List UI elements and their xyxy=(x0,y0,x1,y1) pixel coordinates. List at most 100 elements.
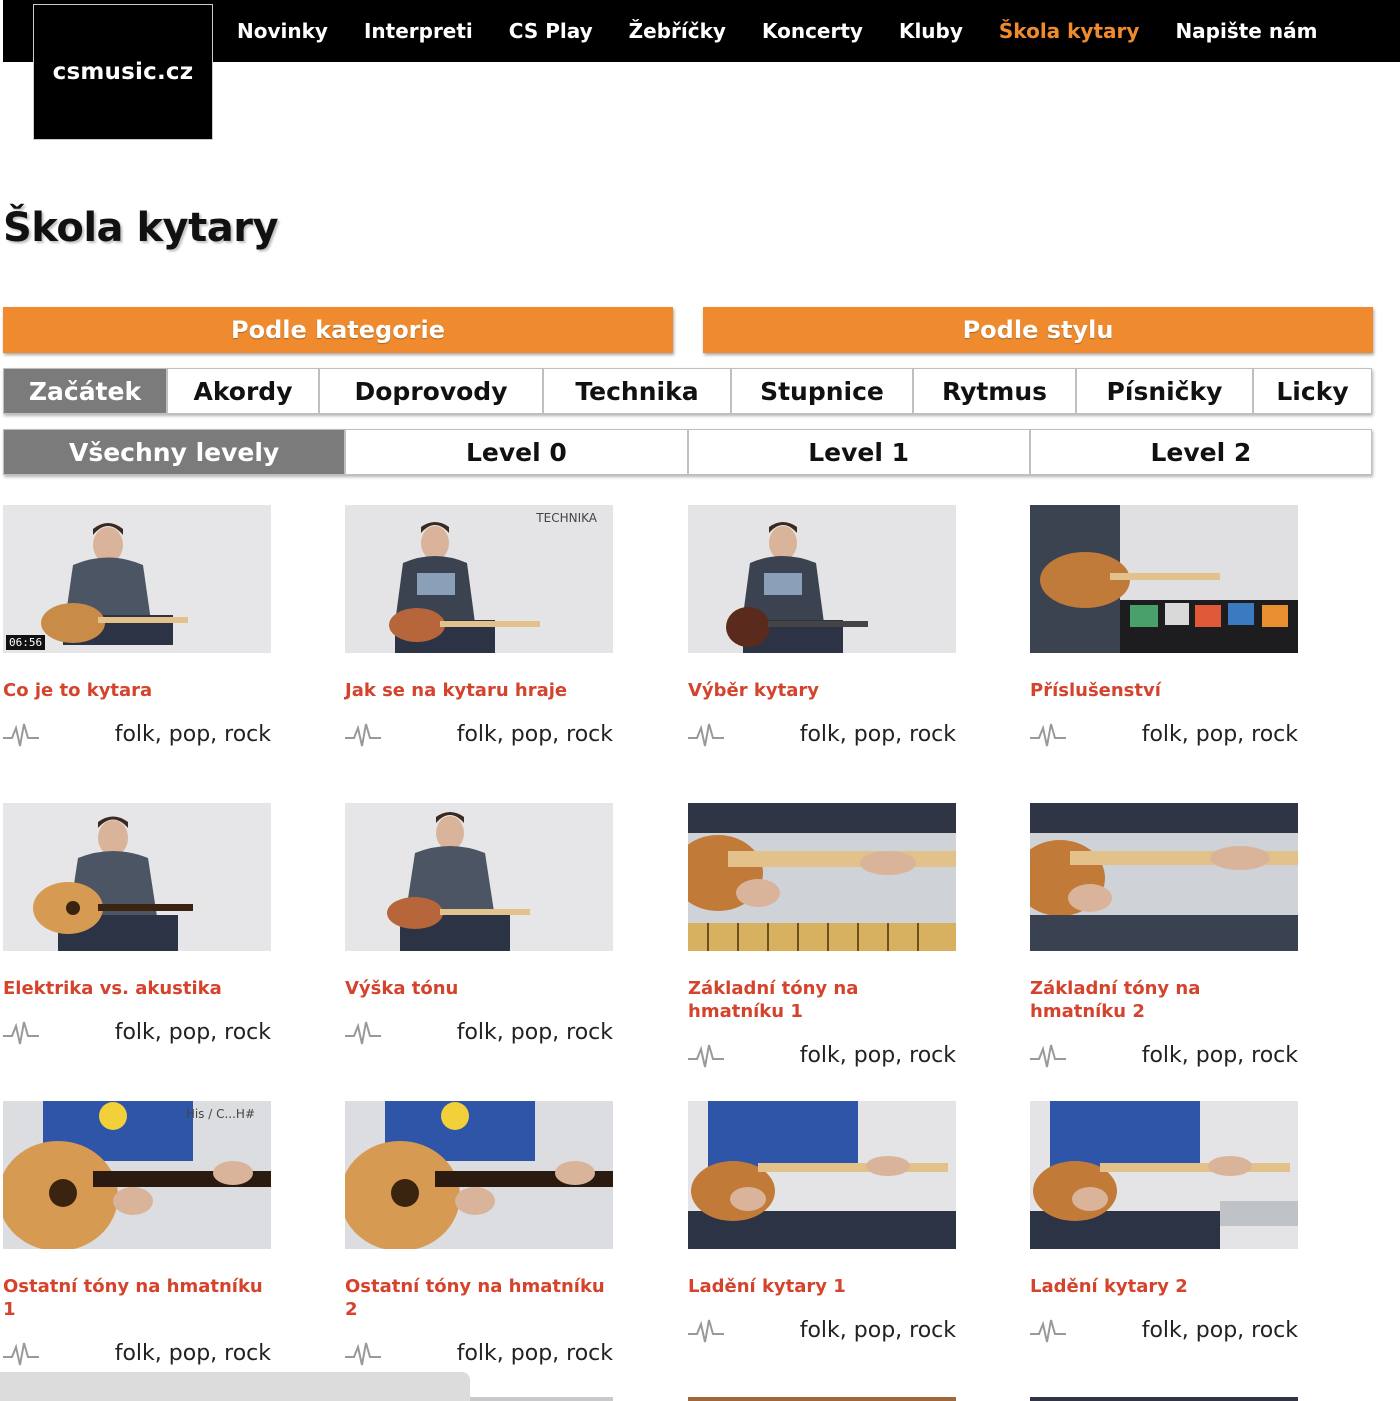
pulse-icon xyxy=(345,1021,381,1045)
filter-by-category-button[interactable]: Podle kategorie xyxy=(3,307,673,353)
pulse-icon xyxy=(345,723,381,747)
video-title[interactable]: Jak se na kytaru hraje xyxy=(345,679,613,702)
video-styles: folk, pop, rock xyxy=(1141,721,1298,747)
video-title[interactable]: Základní tóny na hmatníku 1 xyxy=(688,977,956,1023)
pulse-icon xyxy=(345,1342,381,1366)
main-nav: Novinky Interpreti CS Play Žebříčky Konc… xyxy=(237,0,1353,62)
video-thumbnail[interactable] xyxy=(3,803,271,951)
level-tabs: Všechny levely Level 0 Level 1 Level 2 xyxy=(3,429,1372,475)
video-title[interactable]: Co je to kytara xyxy=(3,679,271,702)
video-styles: folk, pop, rock xyxy=(799,721,956,747)
tab-technika[interactable]: Technika xyxy=(543,368,731,414)
nav-item-napiste-nam[interactable]: Napište nám xyxy=(1175,19,1317,43)
video-styles: folk, pop, rock xyxy=(114,721,271,747)
tab-akordy[interactable]: Akordy xyxy=(167,368,319,414)
video-card[interactable]: Ostatní tóny na hmatníku 2 folk, pop, ro… xyxy=(345,1101,613,1367)
tab-all-levels[interactable]: Všechny levely xyxy=(3,429,346,475)
tab-licky[interactable]: Licky xyxy=(1253,368,1372,414)
video-card[interactable]: Elektrika vs. akustika folk, pop, rock xyxy=(3,803,271,1046)
video-card[interactable]: 06:56 Co je to kytara folk, pop, rock xyxy=(3,505,271,748)
video-title[interactable]: Ostatní tóny na hmatníku 1 xyxy=(3,1275,271,1321)
video-card[interactable]: Základní tóny na hmatníku 2 folk, pop, r… xyxy=(1030,803,1298,1069)
video-thumbnail[interactable]: 06:56 xyxy=(3,505,271,653)
video-card[interactable]: Výběr kytary folk, pop, rock xyxy=(688,505,956,748)
video-card[interactable]: TECHNIKA Jak se na kytaru hraje folk, po… xyxy=(345,505,613,748)
video-card[interactable]: Ladění kytary 1 folk, pop, rock xyxy=(688,1101,956,1344)
video-title[interactable]: Ladění kytary 2 xyxy=(1030,1275,1298,1298)
pulse-icon xyxy=(688,1044,724,1068)
video-styles: folk, pop, rock xyxy=(456,1019,613,1045)
video-thumbnail[interactable] xyxy=(345,1101,613,1249)
tab-level-0[interactable]: Level 0 xyxy=(345,429,688,475)
next-video-thumbnail-peek xyxy=(1030,1397,1298,1401)
nav-item-novinky[interactable]: Novinky xyxy=(237,19,328,43)
pedalboard-image xyxy=(1030,505,1298,653)
tab-rytmus[interactable]: Rytmus xyxy=(913,368,1076,414)
pulse-icon xyxy=(3,1021,39,1045)
video-title[interactable]: Elektrika vs. akustika xyxy=(3,977,271,1000)
guitarist-image xyxy=(3,803,271,951)
pulse-icon xyxy=(688,1319,724,1343)
video-title[interactable]: Výběr kytary xyxy=(688,679,956,702)
video-title[interactable]: Výška tónu xyxy=(345,977,613,1000)
video-badge: TECHNIKA xyxy=(536,511,597,525)
tab-doprovody[interactable]: Doprovody xyxy=(319,368,543,414)
video-thumbnail[interactable] xyxy=(1030,1101,1298,1249)
video-title[interactable]: Ladění kytary 1 xyxy=(688,1275,956,1298)
video-card[interactable]: Ladění kytary 2 folk, pop, rock xyxy=(1030,1101,1298,1344)
video-thumbnail[interactable] xyxy=(1030,505,1298,653)
pulse-icon xyxy=(1030,1319,1066,1343)
guitarist-image xyxy=(3,505,271,653)
pulse-icon xyxy=(3,1342,39,1366)
video-duration: 06:56 xyxy=(6,635,46,650)
guitarist-image xyxy=(345,505,613,653)
video-badge: His / C...H# xyxy=(185,1107,255,1121)
nav-item-cs-play[interactable]: CS Play xyxy=(509,19,593,43)
filter-by-style-button[interactable]: Podle stylu xyxy=(703,307,1373,353)
video-card[interactable]: His / C...H# Ostatní tóny na hmatníku 1 … xyxy=(3,1101,271,1367)
video-thumbnail[interactable] xyxy=(688,505,956,653)
video-card[interactable]: Základní tóny na hmatníku 1 folk, pop, r… xyxy=(688,803,956,1069)
tab-stupnice[interactable]: Stupnice xyxy=(731,368,913,414)
acoustic-guitar-image xyxy=(3,1101,271,1249)
fretboard-image xyxy=(1030,803,1298,951)
electric-guitar-image xyxy=(688,1101,956,1249)
site-logo[interactable]: csmusic.cz xyxy=(33,4,213,140)
video-thumbnail[interactable]: TECHNIKA xyxy=(345,505,613,653)
video-title[interactable]: Základní tóny na hmatníku 2 xyxy=(1030,977,1298,1023)
video-styles: folk, pop, rock xyxy=(799,1317,956,1343)
fretboard-image xyxy=(688,803,956,951)
video-card[interactable]: Výška tónu folk, pop, rock xyxy=(345,803,613,1046)
nav-item-interpreti[interactable]: Interpreti xyxy=(364,19,473,43)
tab-level-1[interactable]: Level 1 xyxy=(687,429,1030,475)
pulse-icon xyxy=(1030,723,1066,747)
pulse-icon xyxy=(3,723,39,747)
nav-item-zebricky[interactable]: Žebříčky xyxy=(629,19,726,43)
video-styles: folk, pop, rock xyxy=(456,721,613,747)
video-thumbnail[interactable] xyxy=(688,1101,956,1249)
pulse-icon xyxy=(688,723,724,747)
tab-pisnicky[interactable]: Písničky xyxy=(1076,368,1253,414)
nav-item-koncerty[interactable]: Koncerty xyxy=(762,19,863,43)
page-title: Škola kytary xyxy=(3,205,279,251)
bottom-overlay-bar xyxy=(0,1372,470,1401)
acoustic-guitar-image xyxy=(345,1101,613,1249)
video-styles: folk, pop, rock xyxy=(114,1340,271,1366)
video-styles: folk, pop, rock xyxy=(1141,1042,1298,1068)
tab-zacatek[interactable]: Začátek xyxy=(3,368,167,414)
video-thumbnail[interactable] xyxy=(1030,803,1298,951)
video-title[interactable]: Příslušenství xyxy=(1030,679,1298,702)
tab-level-2[interactable]: Level 2 xyxy=(1029,429,1372,475)
video-styles: folk, pop, rock xyxy=(456,1340,613,1366)
video-styles: folk, pop, rock xyxy=(114,1019,271,1045)
video-card[interactable]: Příslušenství folk, pop, rock xyxy=(1030,505,1298,748)
category-tabs: Začátek Akordy Doprovody Technika Stupni… xyxy=(3,368,1372,414)
video-thumbnail[interactable] xyxy=(345,803,613,951)
video-thumbnail[interactable]: His / C...H# xyxy=(3,1101,271,1249)
next-video-thumbnail-peek xyxy=(688,1397,956,1401)
nav-item-skola-kytary[interactable]: Škola kytary xyxy=(999,19,1140,43)
video-title[interactable]: Ostatní tóny na hmatníku 2 xyxy=(345,1275,613,1321)
nav-item-kluby[interactable]: Kluby xyxy=(899,19,963,43)
video-thumbnail[interactable] xyxy=(688,803,956,951)
guitarist-image xyxy=(345,803,613,951)
